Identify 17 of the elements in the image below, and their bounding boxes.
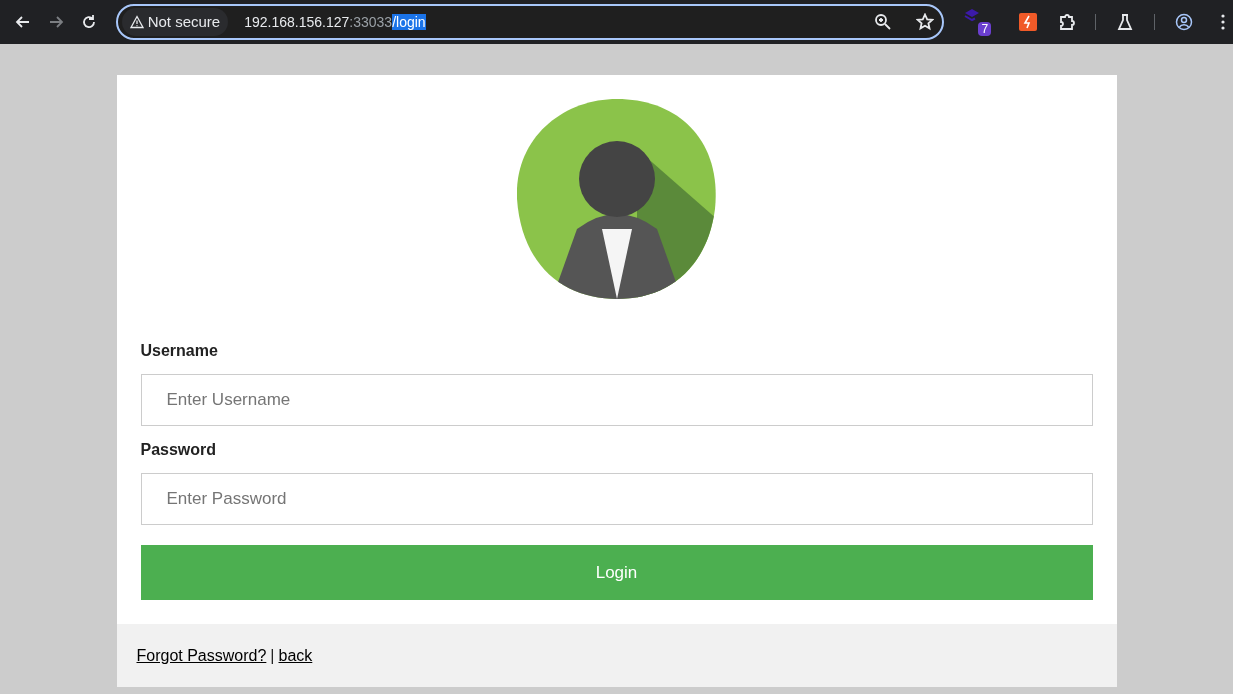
- extension-badge: 7: [978, 22, 992, 36]
- bolt-extension-icon[interactable]: [1019, 13, 1038, 31]
- field-label: Username: [140, 341, 219, 361]
- forgot-password-link[interactable]: Forgot Password?: [136, 643, 267, 668]
- username-field[interactable]: Enter Username: [140, 374, 1093, 426]
- zoom-icon[interactable]: [873, 13, 892, 31]
- password-field[interactable]: Enter Password: [140, 473, 1093, 525]
- star-icon[interactable]: [915, 13, 934, 31]
- field-label: Password: [140, 440, 218, 460]
- flask-icon[interactable]: [1116, 13, 1135, 31]
- profile-icon[interactable]: [1175, 13, 1193, 31]
- back-link[interactable]: back: [278, 643, 313, 668]
- menu-icon[interactable]: [1221, 13, 1225, 31]
- puzzle-icon[interactable]: [1057, 13, 1076, 31]
- security-chip[interactable]: Not secure: [121, 7, 229, 37]
- separator-text: |: [270, 645, 275, 666]
- warning-icon: [129, 15, 144, 29]
